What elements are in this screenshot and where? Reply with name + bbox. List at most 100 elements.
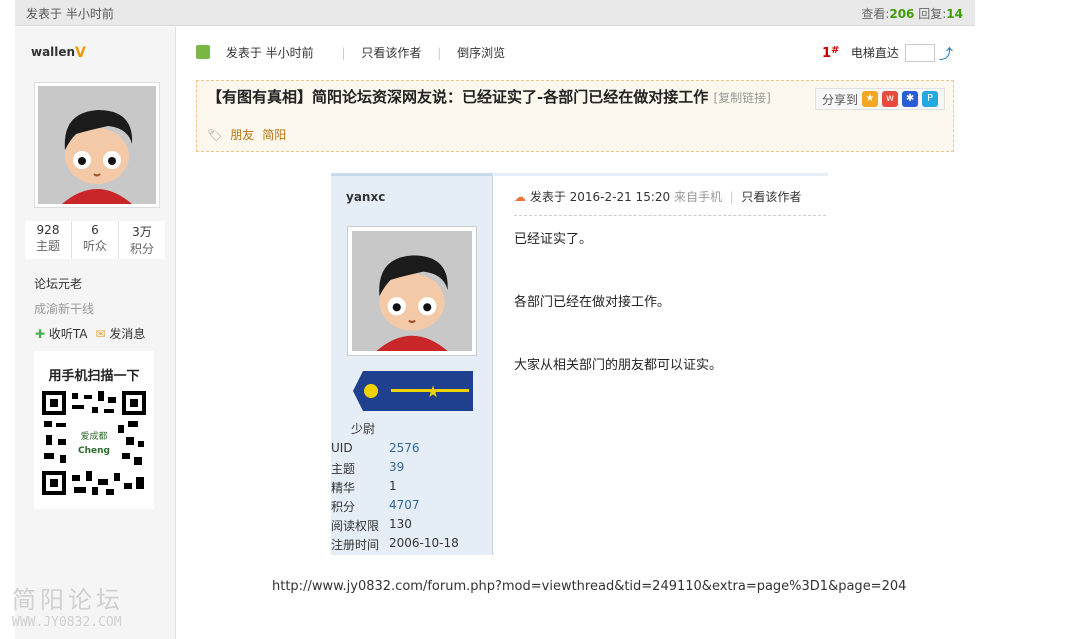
embedded-post-content: ☁ 发表于 2016-2-21 15:20 来自手机 | 只看该作者 已经证实了…: [494, 173, 828, 555]
cartoon-boy-avatar-icon: [352, 231, 472, 351]
post-tools: 发表于 半小时前 | 只看该作者 | 倒序浏览: [196, 44, 517, 61]
message-label: 发消息: [109, 327, 146, 341]
floor-num: 1: [822, 46, 832, 61]
replies-count: 14: [946, 7, 963, 21]
embedded-user-info: UID 2576 主题 39 精华 1 积分 4707 阅读权限 130 注册时间 2006…: [331, 441, 491, 555]
body-paragraph: 大家从相关部门的朋友都可以证实。: [514, 358, 723, 373]
info-value: 39: [389, 460, 405, 474]
stat-listeners[interactable]: 6 听众: [72, 221, 119, 259]
qzone-star-icon[interactable]: ★: [862, 91, 879, 107]
embedded-rank: 少尉: [351, 422, 376, 436]
author-name-link[interactable]: wallen: [31, 45, 75, 59]
body-paragraph: 已经证实了。: [514, 232, 593, 247]
mobile-qr-box: 用手机扫描一下 爱成都 Cheng: [34, 351, 154, 509]
divider: |: [341, 46, 346, 60]
floor-number[interactable]: 1# 电梯直达: [822, 44, 899, 61]
post-url-text: http://www.jy0832.com/forum.php?mod=view…: [272, 579, 907, 594]
qr-center-text-1: 爱成都: [80, 430, 107, 442]
posted-time: 发表于 半小时前: [26, 7, 114, 21]
thread-title-text: 【有图有真相】简阳论坛资深网友说：已经证实了-各部门已经在做对接工作: [207, 88, 709, 106]
cartoon-boy-avatar-icon: [38, 86, 156, 204]
mobile-post-icon: ☁: [514, 190, 526, 204]
info-row: UID 2576: [331, 441, 491, 460]
author-rank: 论坛元老: [34, 277, 83, 291]
thread-stats: 查看:206 回复:14: [861, 5, 963, 22]
stat-label: 主题: [35, 239, 60, 253]
author-group: 成渝新干线: [34, 302, 95, 316]
stat-label: 听众: [82, 239, 107, 253]
stat-value: 3万: [132, 225, 152, 239]
divider: |: [437, 46, 442, 60]
svg-text:★: ★: [426, 382, 440, 401]
qr-code-icon: 爱成都 Cheng: [42, 391, 146, 495]
embedded-posted: 发表于 2016-2-21 15:20: [529, 190, 671, 204]
forum-watermark: 简阳论坛 WWW.JY0832.COM: [12, 580, 124, 630]
weibo-icon[interactable]: w: [882, 91, 899, 107]
info-value: 1: [389, 479, 397, 493]
posted-text: 发表于 半小时前: [225, 46, 314, 60]
reverse-order-link[interactable]: 倒序浏览: [457, 46, 505, 60]
embedded-author-sidebar: yanxc ★ 少尉 UID 2576 主题 39 精华 1 积分 4707 阅读: [331, 173, 493, 555]
info-row: 阅读权限 130: [331, 517, 491, 536]
floor-jump-input[interactable]: [905, 44, 935, 62]
stat-points[interactable]: 3万积分: [119, 221, 165, 259]
info-key: 主题: [331, 462, 356, 476]
thread-tags: 🏷 朋友 简阳: [207, 126, 294, 143]
plus-icon: ✚: [35, 327, 46, 341]
rank-insignia-icon: ★: [353, 371, 473, 411]
online-user-icon: [196, 45, 210, 59]
info-value: 2006-10-18: [389, 536, 459, 550]
replies-label: 回复:: [918, 7, 947, 21]
info-key: 精华: [331, 481, 356, 495]
thread-title-box: 【有图有真相】简阳论坛资深网友说：已经证实了-各部门已经在做对接工作 [复制链接…: [196, 80, 954, 152]
info-key: 阅读权限: [331, 519, 380, 533]
verified-v-icon: V: [75, 45, 86, 61]
only-author-link[interactable]: 只看该作者: [361, 46, 421, 60]
info-value: 4707: [389, 498, 420, 512]
divider: |: [725, 190, 738, 204]
floor-mark: #: [831, 45, 840, 56]
tag-link[interactable]: 朋友: [230, 128, 254, 142]
follow-button[interactable]: ✚ 收听TA: [35, 325, 88, 342]
share-bar: 分享到 ★ w ✱ P: [815, 88, 946, 110]
tencent-weibo-icon[interactable]: P: [922, 91, 939, 107]
info-key: UID: [331, 441, 353, 455]
author-avatar[interactable]: [34, 82, 160, 208]
info-value: 2576: [389, 441, 420, 455]
watermark-title: 简阳论坛: [12, 586, 124, 614]
stat-value: 6: [91, 223, 99, 237]
embedded-avatar: [347, 226, 477, 356]
copy-link[interactable]: [复制链接]: [713, 91, 770, 105]
embedded-only-author: 只看该作者: [741, 190, 802, 204]
author-stats: 928 主题 6 听众 3万积分: [25, 221, 165, 259]
embedded-post-image: yanxc ★ 少尉 UID 2576 主题 39 精华 1 积分 4707 阅读: [331, 173, 828, 555]
body-paragraph: 各部门已经在做对接工作。: [514, 295, 671, 310]
views-label: 查看:: [861, 7, 890, 21]
tag-icon: 🏷: [207, 128, 223, 142]
jump-arrow-icon[interactable]: ⤴: [939, 44, 953, 64]
info-value: 130: [389, 517, 412, 531]
info-key: 注册时间: [331, 538, 380, 552]
stat-label: 积分: [129, 242, 154, 256]
floor-jump-label: 电梯直达: [850, 46, 899, 60]
message-button[interactable]: ✉ 发消息: [96, 325, 146, 342]
info-row: 积分 4707: [331, 498, 491, 517]
info-row: 注册时间 2006-10-18: [331, 536, 491, 555]
thread-title: 【有图有真相】简阳论坛资深网友说：已经证实了-各部门已经在做对接工作 [复制链接…: [207, 88, 797, 107]
embedded-post-meta: ☁ 发表于 2016-2-21 15:20 来自手机 | 只看该作者: [514, 188, 826, 216]
author-actions: ✚ 收听TA ✉ 发消息: [35, 325, 145, 342]
stat-threads[interactable]: 928 主题: [25, 221, 72, 259]
baidu-paw-icon[interactable]: ✱: [902, 91, 919, 107]
qr-title: 用手机扫描一下: [48, 369, 140, 384]
author-sidebar: wallen V 928 主题 6 听众 3万积分 论坛元老 成渝新干线 ✚ 收听T…: [15, 27, 176, 639]
follow-label: 收听TA: [48, 327, 88, 341]
stat-value: 928: [36, 223, 60, 237]
embedded-username: yanxc: [346, 190, 386, 204]
qr-center-text-2: Cheng: [78, 446, 110, 456]
info-row: 主题 39: [331, 460, 491, 479]
embedded-from: 来自手机: [673, 190, 722, 204]
envelope-icon: ✉: [95, 327, 106, 341]
watermark-url: WWW.JY0832.COM: [12, 615, 122, 630]
tag-link[interactable]: 简阳: [262, 128, 286, 142]
info-row: 精华 1: [331, 479, 491, 498]
